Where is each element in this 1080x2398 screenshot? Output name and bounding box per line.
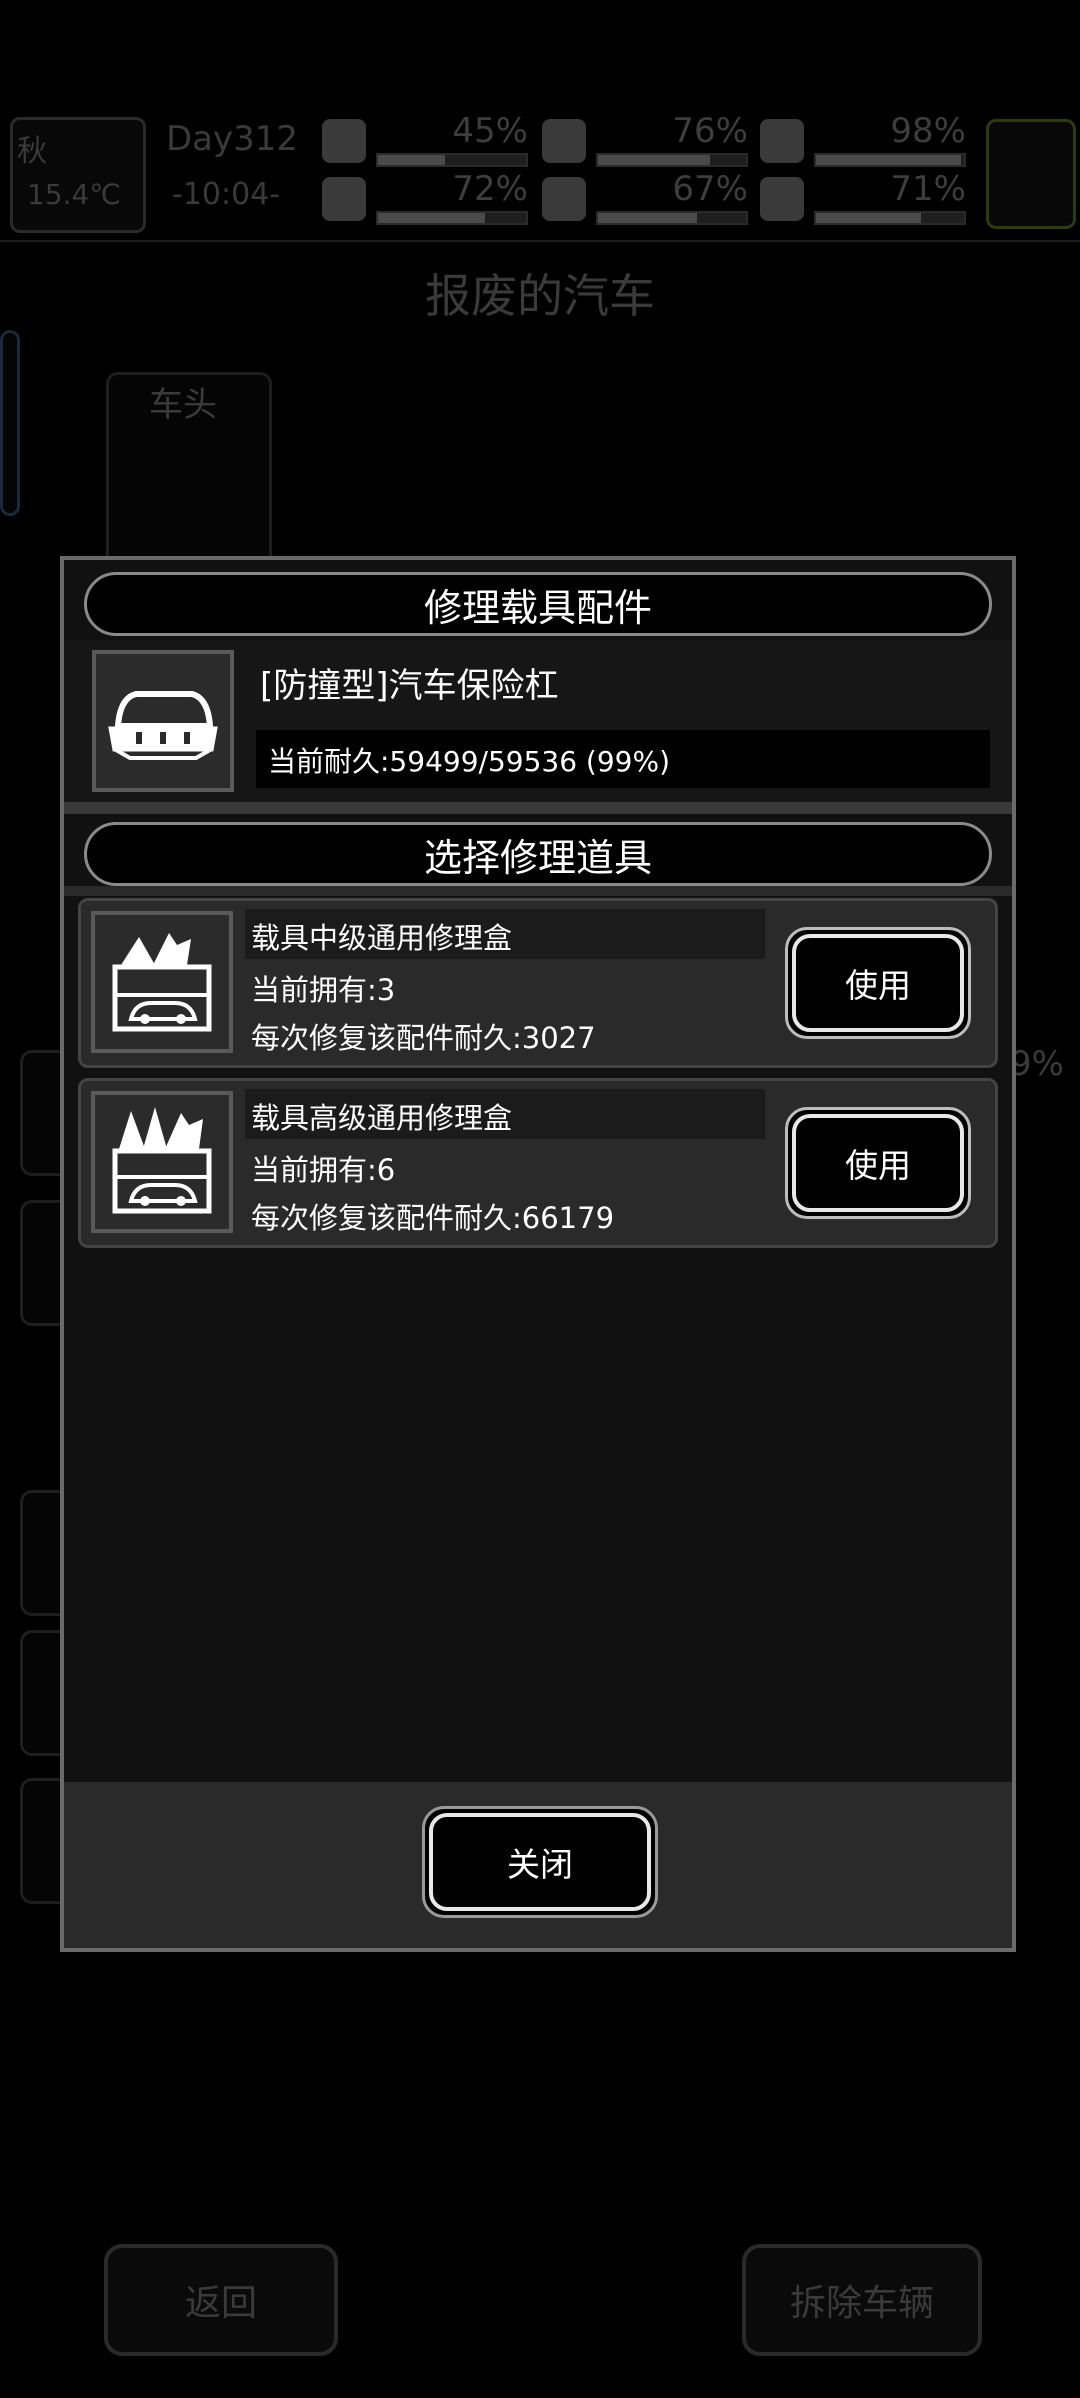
dialog-footer: 关闭 xyxy=(64,1782,1012,1948)
tool-owned: 当前拥有:6 xyxy=(251,1153,396,1187)
use-button-label: 使用 xyxy=(792,934,964,1032)
stat-health: 45% xyxy=(322,111,528,167)
side-edge xyxy=(0,330,20,516)
dismantle-vehicle-button[interactable]: 拆除车辆 xyxy=(742,2244,982,2356)
bladder-icon xyxy=(760,119,804,163)
tool-name: 载具中级通用修理盒 xyxy=(251,921,513,955)
repair-tool-card: 载具中级通用修理盒 当前拥有:3 每次修复该配件耐久:3027 使用 xyxy=(78,898,998,1068)
car-bumper-icon xyxy=(92,650,234,792)
dialog-title: 修理载具配件 xyxy=(84,572,992,636)
use-button-label: 使用 xyxy=(792,1114,964,1212)
stomach-icon xyxy=(542,119,586,163)
page-title: 报废的汽车 xyxy=(425,269,655,323)
stat-value: 67% xyxy=(672,169,748,209)
repair-kit-icon xyxy=(91,911,233,1053)
season-label: 秋 xyxy=(17,134,47,169)
stat-value: 76% xyxy=(672,111,748,151)
stat-value: 72% xyxy=(452,169,528,209)
close-button-label: 关闭 xyxy=(429,1813,651,1911)
stat-value: 98% xyxy=(890,111,966,151)
side-percent: 9% xyxy=(1010,1044,1064,1084)
section-divider xyxy=(64,886,1012,896)
medkit-icon xyxy=(322,119,366,163)
boot-icon xyxy=(322,177,366,221)
back-button[interactable]: 返回 xyxy=(104,2244,338,2356)
status-bar: 秋 15.4℃ Day312 -10:04- 45% 76% 98% 72% 6… xyxy=(0,111,1080,235)
day-label: Day312 xyxy=(166,119,299,159)
use-button[interactable]: 使用 xyxy=(785,1107,971,1219)
stat-thirst: 67% xyxy=(542,169,748,225)
use-button[interactable]: 使用 xyxy=(785,927,971,1039)
tool-name: 载具高级通用修理盒 xyxy=(251,1101,513,1135)
repair-kit-icon xyxy=(91,1091,233,1233)
heart-icon xyxy=(760,177,804,221)
tool-repair-amount: 每次修复该配件耐久:66179 xyxy=(251,1201,615,1235)
part-tab[interactable]: 车头 xyxy=(106,372,272,568)
select-tool-title: 选择修理道具 xyxy=(84,822,992,886)
stat-hunger: 76% xyxy=(542,111,748,167)
tool-repair-amount: 每次修复该配件耐久:3027 xyxy=(251,1021,596,1055)
repair-tool-card: 载具高级通用修理盒 当前拥有:6 每次修复该配件耐久:66179 使用 xyxy=(78,1078,998,1248)
close-button[interactable]: 关闭 xyxy=(422,1806,658,1918)
part-tab-label: 车头 xyxy=(149,385,217,425)
stat-value: 71% xyxy=(890,169,966,209)
temperature-label: 15.4℃ xyxy=(27,178,121,211)
stat-value: 45% xyxy=(452,111,528,151)
part-name: [防撞型]汽车保险杠 xyxy=(260,666,559,706)
water-drop-icon xyxy=(542,177,586,221)
header-divider xyxy=(0,240,1080,242)
season-panel: 秋 15.4℃ xyxy=(10,117,146,233)
durability-box: 当前耐久:59499/59536 (99%) xyxy=(256,730,990,788)
repair-part-dialog: 修理载具配件 [防撞型]汽车保险杠 当前耐久:59499/59536 (99%)… xyxy=(60,556,1016,1952)
menu-slot[interactable] xyxy=(986,119,1076,229)
section-divider xyxy=(64,802,1012,814)
time-label: -10:04- xyxy=(172,177,281,212)
stat-stamina: 72% xyxy=(322,169,528,225)
stat-mood: 71% xyxy=(760,169,966,225)
tool-owned: 当前拥有:3 xyxy=(251,973,396,1007)
durability-text: 当前耐久:59499/59536 (99%) xyxy=(268,745,670,778)
stat-bladder: 98% xyxy=(760,111,966,167)
